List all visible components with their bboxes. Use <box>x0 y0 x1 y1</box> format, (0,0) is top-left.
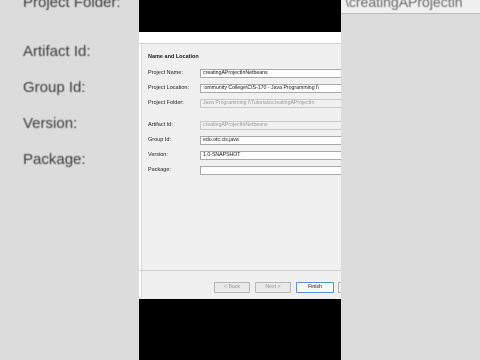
section-title: Name and Location <box>148 54 199 60</box>
finish-button[interactable]: Finish <box>296 282 334 293</box>
bg-label-package: Package: <box>23 151 86 168</box>
version-field[interactable]: 1.0-SNAPSHOT <box>200 151 341 160</box>
group-id-label: Group Id: <box>148 137 171 143</box>
button-bar-divider <box>139 270 341 271</box>
back-button[interactable]: < Back <box>214 282 250 293</box>
dialog-header-strip <box>139 32 341 44</box>
project-folder-label: Project Folder: <box>148 100 184 106</box>
group-id-field[interactable]: edu.otc.cis.java <box>200 136 341 145</box>
project-folder-field: Java Programming I\Tutorials\creatingAPr… <box>200 99 341 108</box>
bg-label-group-id: Group Id: <box>23 79 86 96</box>
project-location-field[interactable]: :ommunity College\CIS-170 - Java Program… <box>200 84 341 93</box>
bg-label-artifact-id: Artifact Id: <box>23 43 91 60</box>
steps-panel-edge <box>139 44 142 297</box>
package-label: Package: <box>148 167 171 173</box>
new-project-dialog: Name and Location Project Name: creating… <box>139 32 341 299</box>
background-right-zoom: \creatingAProjectin <box>341 0 480 360</box>
artifact-id-field: creatingAProjectInNetbeans <box>200 121 341 130</box>
project-name-label: Project Name: <box>148 70 183 76</box>
background-left-zoom: Project Folder: Artifact Id: Group Id: V… <box>0 0 139 360</box>
next-button[interactable]: Next > <box>255 282 291 293</box>
project-location-label: Project Location: <box>148 85 189 91</box>
artifact-id-label: Artifact Id: <box>148 122 173 128</box>
bg-label-version: Version: <box>23 115 78 132</box>
bg-label-project-folder: Project Folder: <box>23 0 121 11</box>
bg-right-path-text: \creatingAProjectin <box>345 0 463 10</box>
cancel-button-edge[interactable] <box>338 282 341 293</box>
project-name-field[interactable]: creatingAProjectInNetbeans <box>200 69 341 78</box>
version-label: Version: <box>148 152 168 158</box>
package-field[interactable] <box>200 166 341 175</box>
